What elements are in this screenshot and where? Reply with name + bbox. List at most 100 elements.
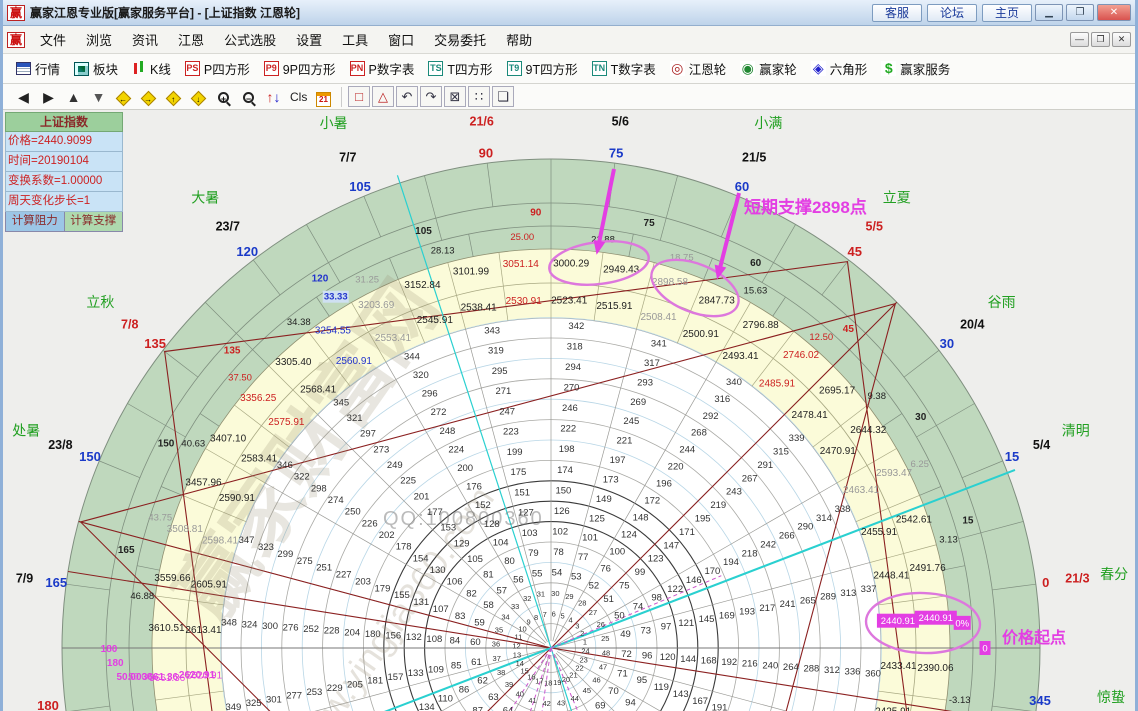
menu-item-1[interactable]: 浏览 [76,28,122,51]
svg-text:127: 127 [518,508,534,519]
svg-text:325: 325 [246,698,262,709]
toolbar-item-9P四方形[interactable]: P99P四方形 [257,57,343,81]
fit-tool-icon[interactable]: ∷ [468,86,490,107]
svg-text:156: 156 [385,631,401,642]
toolbar-item-赢家轮[interactable]: ◉赢家轮 [733,57,804,81]
menu-item-4[interactable]: 公式选股 [214,28,286,51]
toolbar-item-行情[interactable]: 行情 [9,57,67,81]
svg-text:180: 180 [101,644,118,655]
svg-text:2847.73: 2847.73 [699,296,736,307]
toolbar-item-赢家服务[interactable]: $赢家服务 [874,57,957,81]
calc-resistance-button[interactable]: 计算阻力 [5,212,65,232]
svg-text:172: 172 [644,496,660,507]
svg-text:0: 0 [982,644,987,655]
pan-down-icon[interactable]: ▼ [86,86,111,108]
diamond-right-icon[interactable]: → [136,86,161,108]
toolbar-item-P数字表[interactable]: PNP数字表 [343,57,422,81]
gann-wheel-chart[interactable]: 赢家财富网www.yingjia360.comQQ:10080036012345… [3,110,1138,711]
svg-text:3305.40: 3305.40 [275,357,312,368]
titlebar-button-1[interactable]: 论坛 [927,4,977,22]
svg-text:60: 60 [470,637,481,648]
svg-text:18: 18 [544,678,552,687]
svg-text:151: 151 [514,487,530,498]
delete-tool-icon[interactable]: ⊠ [444,86,466,107]
toolbar-item-K线[interactable]: K线 [125,57,178,81]
svg-text:79: 79 [528,548,539,559]
menu-item-8[interactable]: 交易委托 [424,28,496,51]
maximize-button[interactable]: ❐ [1066,4,1094,21]
menu-item-7[interactable]: 窗口 [378,28,424,51]
toolbar-item-板块[interactable]: 板块 [67,57,125,81]
menu-item-6[interactable]: 工具 [332,28,378,51]
svg-text:194: 194 [723,557,739,568]
titlebar-button-2[interactable]: 主页 [982,4,1032,22]
svg-text:265: 265 [800,595,816,606]
svg-text:40: 40 [516,689,524,698]
svg-text:15.63: 15.63 [744,285,768,296]
svg-text:343: 343 [484,325,500,336]
close-button[interactable]: ✕ [1097,4,1131,21]
toolbar-item-T四方形[interactable]: TST四方形 [421,57,499,81]
mdi-restore-button[interactable]: ❐ [1091,32,1110,47]
svg-text:60: 60 [750,258,762,269]
svg-text:53: 53 [571,572,582,583]
pan-left-icon[interactable]: ◀ [11,86,36,108]
diamond-up-icon[interactable]: ↑ [161,86,186,108]
toolbar-label: 六角形 [830,59,868,78]
updown-icon[interactable]: ↑↓ [261,86,286,108]
rotate-cw-icon[interactable]: ↷ [420,86,442,107]
titlebar-button-0[interactable]: 客服 [872,4,922,22]
svg-text:144: 144 [680,654,696,665]
board-tool-icon[interactable]: ❏ [492,86,514,107]
mdi-close-button[interactable]: ✕ [1112,32,1131,47]
calendar-icon[interactable]: 21 [311,86,336,108]
rect-tool-icon[interactable]: □ [348,86,370,107]
calc-support-button[interactable]: 计算支撑 [65,212,124,232]
svg-text:2523.41: 2523.41 [551,295,588,306]
toolbar-item-9T四方形[interactable]: T99T四方形 [500,57,585,81]
menu-item-9[interactable]: 帮助 [496,28,542,51]
mdi-minimize-button[interactable]: — [1070,32,1089,47]
rotate-ccw-icon[interactable]: ↶ [396,86,418,107]
svg-text:296: 296 [422,389,438,400]
service-icon: $ [881,61,896,76]
diamond-down-icon[interactable]: ↓ [186,86,211,108]
pan-right-icon[interactable]: ▶ [36,86,61,108]
svg-text:252: 252 [303,624,319,635]
svg-text:29: 29 [565,592,573,601]
menu-item-2[interactable]: 资讯 [122,28,168,51]
svg-text:2390.06: 2390.06 [917,663,954,674]
svg-text:222: 222 [560,424,576,435]
triangle-tool-icon[interactable]: △ [372,86,394,107]
svg-text:221: 221 [617,436,633,447]
svg-text:38: 38 [497,668,505,677]
svg-text:17: 17 [535,677,543,686]
svg-text:立夏: 立夏 [883,189,911,205]
zoom-out-icon[interactable]: − [236,86,261,108]
menu-item-3[interactable]: 江恩 [168,28,214,51]
minimize-button[interactable]: ▁ [1035,4,1063,21]
zoom-in-icon[interactable]: + [211,86,236,108]
ts-icon: TS [428,61,443,76]
svg-text:128: 128 [484,519,500,530]
svg-text:244: 244 [679,445,695,456]
pan-up-icon[interactable]: ▲ [61,86,86,108]
svg-text:小暑: 小暑 [320,115,348,131]
svg-text:253: 253 [306,687,322,698]
toolbar-item-T数字表[interactable]: TNT数字表 [585,57,663,81]
svg-text:49: 49 [620,629,631,640]
svg-text:242: 242 [760,539,776,550]
menu-item-5[interactable]: 设置 [286,28,332,51]
toolbar-item-六角形[interactable]: ◈六角形 [804,57,875,81]
toolbar-item-P四方形[interactable]: PSP四方形 [178,57,257,81]
toolbar-item-江恩轮[interactable]: ◎江恩轮 [663,57,734,81]
svg-text:196: 196 [656,479,672,490]
svg-text:处暑: 处暑 [12,423,40,439]
svg-text:171: 171 [679,527,695,538]
svg-text:50.00: 50.00 [116,672,141,683]
diamond-left-icon[interactable]: ← [111,86,136,108]
svg-text:7: 7 [543,610,547,619]
svg-text:228: 228 [324,626,340,637]
menu-item-0[interactable]: 文件 [30,28,76,51]
cls-button[interactable]: Cls [286,86,311,108]
